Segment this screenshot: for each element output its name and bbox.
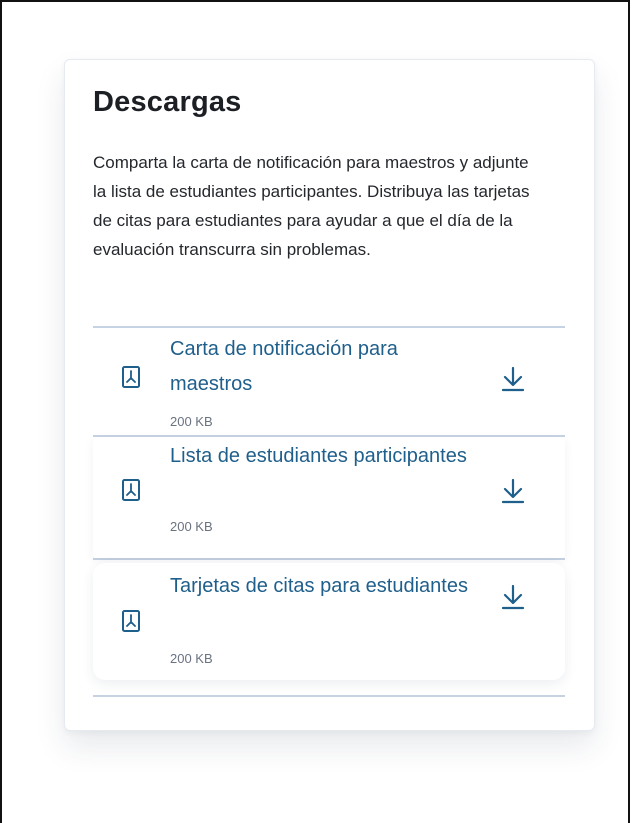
download-item-title[interactable]: Tarjetas de citas para estudiantes (170, 569, 470, 604)
divider (93, 558, 565, 560)
download-item-appointment-cards[interactable]: Tarjetas de citas para estudiantes 200 K… (93, 563, 565, 680)
download-icon[interactable] (502, 584, 524, 610)
page-frame: Descargas Comparta la carta de notificac… (0, 0, 630, 823)
pdf-icon (122, 610, 140, 632)
download-item-size: 200 KB (170, 519, 213, 534)
download-icon[interactable] (502, 366, 524, 392)
divider (93, 695, 565, 697)
download-icon[interactable] (502, 478, 524, 504)
pdf-icon (122, 479, 140, 501)
download-item-student-list[interactable]: Lista de estudiantes participantes 200 K… (93, 437, 565, 558)
downloads-card: Descargas Comparta la carta de notificac… (64, 59, 595, 731)
pdf-icon (122, 366, 140, 388)
card-title: Descargas (93, 86, 242, 118)
download-item-title[interactable]: Carta de notificación para maestros (170, 332, 470, 402)
download-item-title[interactable]: Lista de estudiantes participantes (170, 439, 470, 474)
card-description: Comparta la carta de notificación para m… (93, 153, 530, 259)
download-item-size: 200 KB (170, 414, 213, 429)
download-item-size: 200 KB (170, 651, 213, 666)
downloads-list: Carta de notificación para maestros 200 … (93, 326, 565, 697)
download-item-teacher-letter[interactable]: Carta de notificación para maestros 200 … (93, 328, 565, 435)
